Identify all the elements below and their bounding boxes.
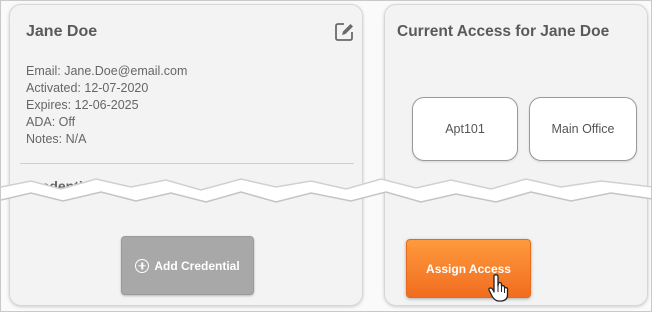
activated-field: Activated: 12-07-2020 [26, 81, 149, 95]
edit-pencil-icon[interactable] [333, 21, 355, 43]
access-title: Current Access for Jane Doe [397, 23, 610, 40]
user-info: Email: Jane.Doe@email.com Activated: 12-… [26, 63, 187, 148]
access-chip-label: Apt101 [445, 122, 485, 136]
user-name: Jane Doe [26, 23, 98, 40]
plus-circle-icon [135, 258, 150, 273]
add-credential-label: Add Credential [154, 258, 240, 273]
hand-pointer-icon [488, 274, 509, 302]
expires-field: Expires: 12-06-2025 [26, 98, 139, 112]
divider [20, 163, 354, 164]
add-credential-button[interactable]: Add Credential [121, 236, 254, 295]
access-chip-label: Main Office [551, 122, 615, 136]
screenshot-frame: Jane Doe Email: Jane.Doe@email.com Activ… [0, 0, 652, 312]
assign-access-button[interactable]: Assign Access [406, 239, 531, 298]
access-chip-main-office[interactable]: Main Office [529, 97, 637, 161]
notes-field: Notes: N/A [26, 132, 87, 146]
user-details-card: Jane Doe Email: Jane.Doe@email.com Activ… [9, 4, 363, 306]
ada-field: ADA: Off [26, 115, 76, 129]
current-access-card: Current Access for Jane Doe Apt101 Main … [384, 4, 648, 306]
email-field: Email: Jane.Doe@email.com [26, 64, 188, 78]
access-chip-apt101[interactable]: Apt101 [412, 97, 518, 161]
torn-edge-divider [1, 178, 651, 203]
